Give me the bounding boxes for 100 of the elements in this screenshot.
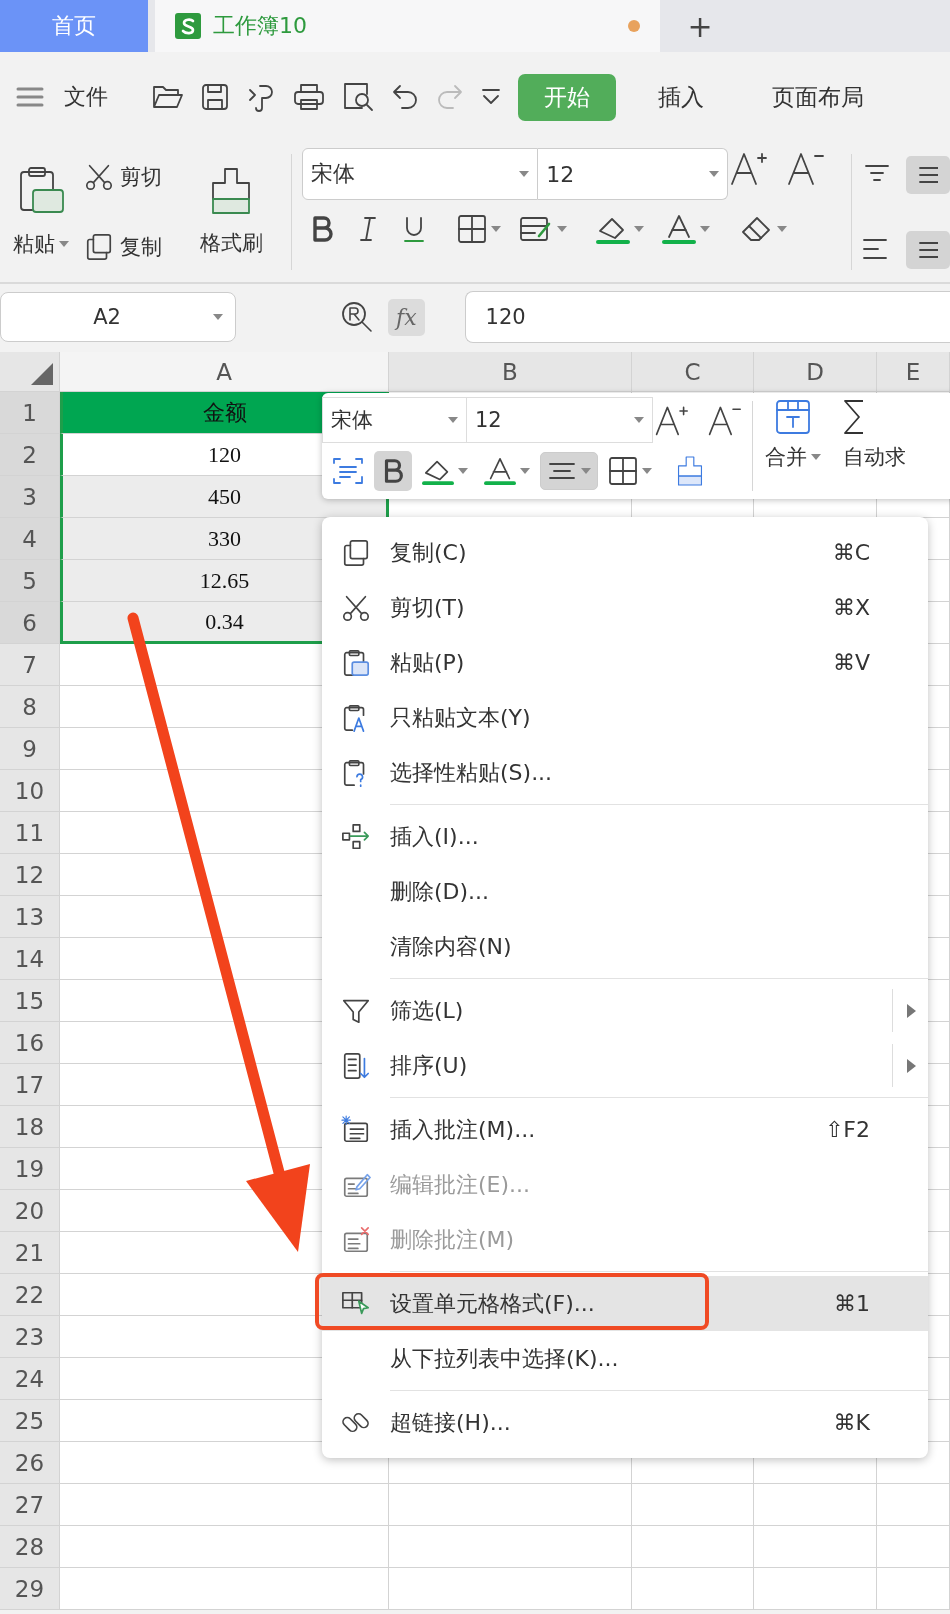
font-select[interactable]: 宋体 [322,397,467,443]
row-header[interactable]: 21 [0,1232,60,1274]
row-header[interactable]: 29 [0,1568,60,1610]
row-header[interactable]: 9 [0,728,60,770]
row-header[interactable]: 18 [0,1106,60,1148]
row-header[interactable]: 10 [0,770,60,812]
menu-item[interactable]: 排序(U) [322,1038,928,1093]
row-header[interactable]: 17 [0,1064,60,1106]
shortcut-text: ⌘C [832,540,870,565]
ribbon-tab[interactable]: 插入 [632,73,730,121]
row-header[interactable]: 22 [0,1274,60,1316]
align-middle-button[interactable] [906,155,950,194]
paint-brush-icon [676,455,704,487]
row-header[interactable]: 14 [0,938,60,980]
font-size-select[interactable]: 12 [538,148,729,200]
folder-icon[interactable] [152,83,184,111]
shortcut-text: ⌘K [833,1410,870,1435]
format-painter-icon[interactable] [246,82,276,112]
column-header[interactable]: A [60,352,389,392]
menu-item[interactable]: 删除(D)... [322,864,928,919]
autosum-button[interactable]: 自动求 [841,393,908,499]
row-header[interactable]: 24 [0,1358,60,1400]
row-header[interactable]: 20 [0,1190,60,1232]
row-header[interactable]: 4 [0,518,60,560]
new-tab-button[interactable]: + [660,0,740,52]
font-size-select[interactable]: 12 [467,397,653,443]
row-header[interactable]: 19 [0,1148,60,1190]
formula-field[interactable]: 120 [464,291,950,343]
caret-icon [58,241,69,247]
merge-button[interactable]: 合并 [763,393,823,499]
submenu-arrow-icon [907,1003,916,1018]
row-header[interactable]: 8 [0,686,60,728]
font-select[interactable]: 宋体 [302,148,539,200]
row-header[interactable]: 12 [0,854,60,896]
row-header[interactable]: 23 [0,1316,60,1358]
menu-item[interactable]: 只粘贴文本(Y) [322,690,928,745]
menu-item[interactable]: 插入(I)... [322,809,928,864]
file-menu[interactable]: 文件 [60,78,112,116]
menu-item[interactable]: 超链接(H)... ⌘K [322,1395,928,1450]
column-header[interactable]: B [389,352,632,392]
caret-icon [557,226,568,232]
row-header[interactable]: 27 [0,1484,60,1526]
format-painter-button[interactable]: 格式刷 [197,165,265,259]
spreadsheet-icon [175,13,201,39]
ribbon-tab[interactable]: 页面布局 [746,73,890,121]
row-header[interactable]: 28 [0,1526,60,1568]
align-center-button[interactable] [540,452,598,490]
more-icon[interactable] [481,88,501,106]
undo-icon[interactable] [391,84,419,110]
row-header[interactable]: 1 [0,392,60,434]
caret-icon [634,417,644,423]
menu-item[interactable]: 插入批注(M)... ⇧F2 [322,1102,928,1157]
column-header[interactable]: C [632,352,754,392]
align-top-icon[interactable] [862,163,892,184]
column-header[interactable]: D [754,352,877,392]
shortcut-text: ⌘1 [834,1291,870,1316]
save-icon[interactable] [201,83,229,111]
cut-button[interactable]: 剪切 [81,160,164,194]
row-header[interactable]: 5 [0,560,60,602]
sort-icon [341,1050,371,1081]
print-preview-icon[interactable] [342,82,374,112]
name-box[interactable]: A2 [0,292,236,342]
menu-item[interactable]: 筛选(L) [322,983,928,1038]
caret-icon [642,468,652,474]
paste-button[interactable]: 粘贴 [10,164,71,260]
row-header[interactable]: 13 [0,896,60,938]
caret-icon [811,454,821,460]
printer-icon[interactable] [293,83,325,111]
menu-item[interactable]: 从下拉列表中选择(K)... [322,1331,928,1386]
submenu-arrow-icon [907,1058,916,1073]
menu-icon[interactable] [16,86,44,108]
shortcut-text: ⌘V [832,650,870,675]
row-header[interactable]: 16 [0,1022,60,1064]
menu-item[interactable]: 选择性粘贴(S)... [322,745,928,800]
bold-button[interactable] [374,451,412,491]
caret-icon [709,171,720,177]
font-color-icon [662,213,697,245]
row-header[interactable]: 6 [0,602,60,644]
row-header[interactable]: 25 [0,1400,60,1442]
row-header[interactable]: 7 [0,644,60,686]
row-header[interactable]: 15 [0,980,60,1022]
caret-icon [581,468,591,474]
caret-icon [520,468,530,474]
copy-button[interactable]: 复制 [81,230,164,264]
caret-icon [458,468,468,474]
function-button[interactable]: fx [388,298,425,336]
row-header[interactable]: 26 [0,1442,60,1484]
align-center-button[interactable] [906,230,950,269]
row-header[interactable]: 3 [0,476,60,518]
row-header[interactable]: 2 [0,434,60,476]
grid-icon [457,214,488,244]
note-delete-icon [341,1224,371,1255]
row-header[interactable]: 11 [0,812,60,854]
sigma-icon [843,399,863,435]
menu-item[interactable]: 清除内容(N) [322,919,928,974]
scissors-icon [83,162,114,192]
column-header[interactable]: E [877,352,950,392]
select-all-icon[interactable] [31,363,53,385]
zoom-icon[interactable] [340,300,374,334]
tab[interactable]: 工作簿10 [155,0,660,52]
